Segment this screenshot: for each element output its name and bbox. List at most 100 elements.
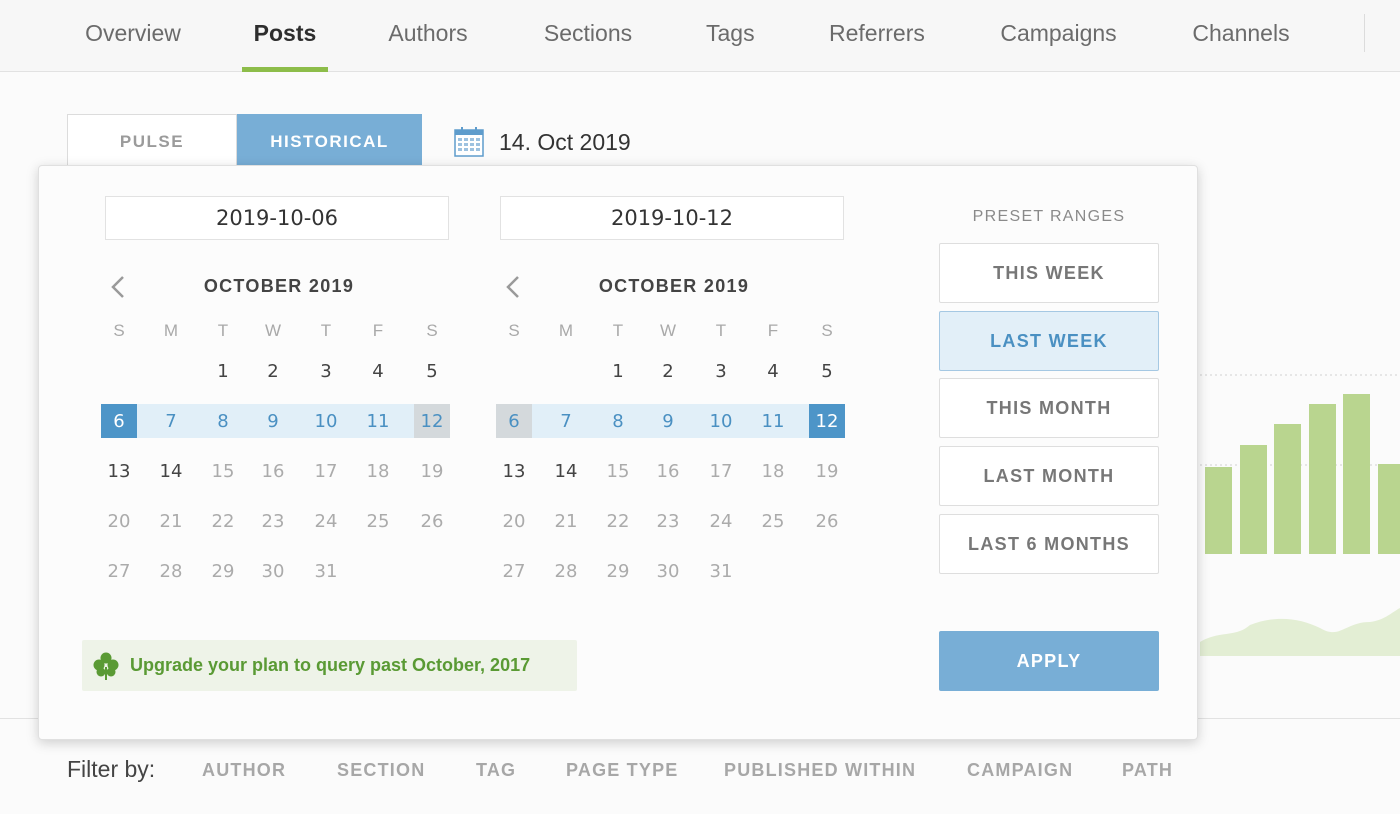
current-date-display[interactable]: 14. Oct 2019 — [453, 126, 631, 158]
calendar-day: 20 — [107, 510, 131, 532]
calendar-week: 27 28 29 30 31 — [496, 554, 852, 604]
calendar-day[interactable]: 8 — [205, 404, 241, 438]
calendar-day: 29 — [211, 560, 235, 582]
calendar-day[interactable]: 9 — [650, 404, 686, 438]
calendar-day[interactable]: 4 — [755, 354, 791, 388]
weekday-row: SMTWTFS — [101, 314, 457, 354]
tab-overview[interactable]: Overview — [84, 0, 182, 72]
calendar-day: 15 — [606, 460, 630, 482]
calendar-day[interactable]: 12 — [809, 404, 845, 438]
calendar-day[interactable]: 7 — [153, 404, 189, 438]
calendar-day: 28 — [159, 560, 183, 582]
filter-bar: Filter by: AUTHOR SECTION TAG PAGE TYPE … — [0, 740, 1400, 800]
calendar-day: 18 — [761, 460, 785, 482]
calendar-day[interactable]: 7 — [548, 404, 584, 438]
weekday-label: S — [508, 321, 520, 340]
calendar-day: 21 — [159, 510, 183, 532]
filter-path[interactable]: PATH — [1122, 760, 1173, 781]
tab-tags[interactable]: Tags — [706, 0, 755, 72]
calendar-week: 12345 — [101, 354, 457, 404]
tab-authors[interactable]: Authors — [387, 0, 469, 72]
calendar-day: 15 — [211, 460, 235, 482]
calendar-day: 24 — [314, 510, 338, 532]
calendar-day: 31 — [314, 560, 338, 582]
calendar-week: 12345 — [496, 354, 852, 404]
calendar-day: 24 — [709, 510, 733, 532]
weekday-row: SMTWTFS — [496, 314, 852, 354]
calendar-day[interactable]: 13 — [101, 454, 137, 488]
filter-tag[interactable]: TAG — [476, 760, 516, 781]
filter-section[interactable]: SECTION — [337, 760, 425, 781]
apply-button[interactable]: APPLY — [939, 631, 1159, 691]
calendar-day[interactable]: 2 — [255, 354, 291, 388]
calendar-day[interactable]: 14 — [153, 454, 189, 488]
calendar-day[interactable]: 14 — [548, 454, 584, 488]
start-date-input[interactable]: 2019-10-06 — [105, 196, 449, 240]
calendar-day[interactable]: 1 — [205, 354, 241, 388]
weekday-label: F — [372, 321, 384, 340]
calendar-day[interactable]: 13 — [496, 454, 532, 488]
calendar-day[interactable]: 4 — [360, 354, 396, 388]
weekday-label: T — [217, 321, 229, 340]
calendar-day[interactable]: 10 — [308, 404, 344, 438]
tab-campaigns[interactable]: Campaigns — [1000, 0, 1117, 72]
calendar-day[interactable]: 3 — [308, 354, 344, 388]
calendar-day[interactable]: 3 — [703, 354, 739, 388]
calendar-day: 25 — [761, 510, 785, 532]
left-calendar: OCTOBER 2019 S M T W T F S 1 2 3 4 5 6 7 8 9 10 11 12 13 14 1… — [101, 266, 457, 582]
calendar-day[interactable]: 12 — [414, 404, 450, 438]
calendar-day: 22 — [211, 510, 235, 532]
filter-published-within[interactable]: PUBLISHED WITHIN — [724, 760, 916, 781]
calendar-day[interactable]: 11 — [360, 404, 396, 438]
filter-page-type[interactable]: PAGE TYPE — [566, 760, 679, 781]
calendar-day[interactable]: 8 — [600, 404, 636, 438]
calendar-day: 18 — [366, 460, 390, 482]
tab-posts[interactable]: Posts — [242, 0, 328, 72]
calendar-day[interactable]: 9 — [255, 404, 291, 438]
calendar-day: 27 — [502, 560, 526, 582]
tab-referrers[interactable]: Referrers — [829, 0, 925, 72]
calendar-day[interactable]: 10 — [703, 404, 739, 438]
weekday-label: T — [612, 321, 624, 340]
historical-button[interactable]: HISTORICAL — [237, 114, 422, 170]
calendar-day: 23 — [656, 510, 680, 532]
calendar-week: 20 21 22 23 24 25 26 — [496, 504, 852, 554]
calendar-day: 17 — [709, 460, 733, 482]
calendar-day: 26 — [815, 510, 839, 532]
calendar-day[interactable]: 6 — [101, 404, 137, 438]
calendar-day: 17 — [314, 460, 338, 482]
calendar-icon — [454, 127, 484, 157]
calendar-day: 16 — [261, 460, 285, 482]
filter-author[interactable]: AUTHOR — [202, 760, 286, 781]
preset-this-week[interactable]: THIS WEEK — [939, 243, 1159, 303]
calendar-day[interactable]: 5 — [414, 354, 450, 388]
background-chart — [1180, 374, 1400, 656]
calendar-day: 26 — [420, 510, 444, 532]
calendar-day[interactable]: 6 — [496, 404, 532, 438]
preset-last-6-months[interactable]: LAST 6 MONTHS — [939, 514, 1159, 574]
calendar-day: 28 — [554, 560, 578, 582]
calendar-day[interactable]: 11 — [755, 404, 791, 438]
weekday-label: M — [163, 321, 179, 340]
calendar-week: 13 14 15 16 17 18 19 — [496, 454, 852, 504]
filter-campaign[interactable]: CAMPAIGN — [967, 760, 1073, 781]
preset-ranges-title: PRESET RANGES — [972, 208, 1126, 225]
calendar-day: 31 — [709, 560, 733, 582]
right-calendar: OCTOBER 2019 S M T W T F S 1 2 3 4 5 6 7 8 9 10 11 12 13 14 1… — [496, 266, 852, 582]
pulse-button[interactable]: PULSE — [67, 114, 237, 170]
calendar-day[interactable]: 1 — [600, 354, 636, 388]
tab-sections[interactable]: Sections — [543, 0, 633, 72]
tab-channels[interactable]: Channels — [1192, 0, 1290, 72]
weekday-label: S — [113, 321, 125, 340]
calendar-day[interactable]: 2 — [650, 354, 686, 388]
upgrade-notice[interactable]: Upgrade your plan to query past October,… — [82, 640, 577, 691]
preset-last-month[interactable]: LAST MONTH — [939, 446, 1159, 506]
calendar-day: 19 — [815, 460, 839, 482]
calendar-day[interactable]: 5 — [809, 354, 845, 388]
calendar-day: 20 — [502, 510, 526, 532]
end-date-input[interactable]: 2019-10-12 — [500, 196, 844, 240]
top-navigation: Overview Posts Authors Sections Tags Ref… — [0, 0, 1400, 72]
preset-this-month[interactable]: THIS MONTH — [939, 378, 1159, 438]
preset-last-week[interactable]: LAST WEEK — [939, 311, 1159, 371]
mode-toggle: PULSE HISTORICAL — [67, 114, 422, 170]
